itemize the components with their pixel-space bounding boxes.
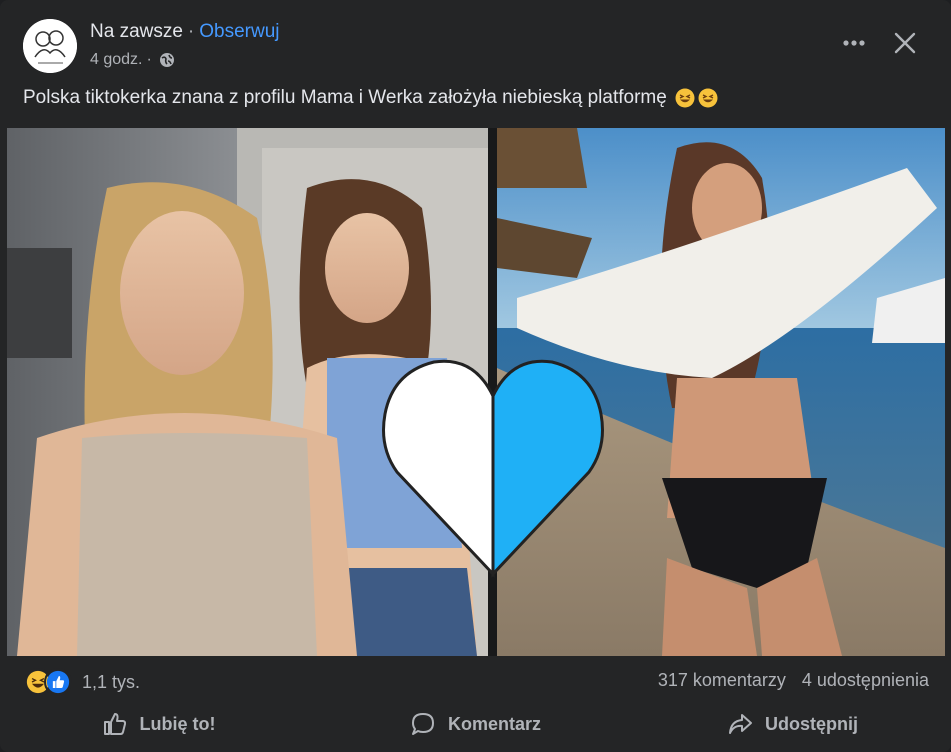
meta-dot: ·	[146, 51, 152, 68]
post-caption: Polska tiktokerka znana z profilu Mama i…	[23, 87, 667, 108]
shares-count[interactable]: 4 udostępnienia	[802, 670, 929, 691]
thumbs-up-icon	[103, 713, 126, 735]
globe-icon	[159, 52, 175, 68]
share-button[interactable]: Udostępnij	[634, 700, 951, 748]
post-timestamp[interactable]: 4 godz.	[90, 51, 142, 69]
laughing-emoji-icon	[675, 88, 695, 108]
like-reaction-icon	[44, 668, 72, 696]
post-image[interactable]	[7, 128, 945, 656]
post-meta: 4 godz. ·	[90, 51, 175, 69]
post-author-row: Na zawsze · Obserwuj	[90, 21, 280, 43]
page-avatar[interactable]	[23, 19, 77, 73]
facebook-post: Na zawsze · Obserwuj 4 godz. · Polska ti…	[0, 0, 951, 752]
comment-label: Komentarz	[447, 713, 541, 734]
comments-count[interactable]: 317 komentarzy	[658, 670, 786, 691]
comment-button[interactable]: Komentarz	[317, 700, 634, 748]
more-options-icon[interactable]	[836, 28, 872, 58]
share-icon	[729, 714, 752, 734]
reaction-summary[interactable]: 1,1 tys.	[24, 668, 140, 696]
reaction-count: 1,1 tys.	[82, 671, 141, 692]
like-label: Lubię to!	[139, 713, 216, 734]
comment-icon	[411, 713, 434, 735]
follow-button[interactable]: Obserwuj	[199, 21, 279, 43]
post-actions-bar: Lubię to! Komentarz Udostępnij	[0, 700, 951, 748]
page-name[interactable]: Na zawsze	[90, 21, 183, 43]
post-caption-row: Polska tiktokerka znana z profilu Mama i…	[23, 87, 718, 109]
laughing-emoji-icon	[698, 88, 718, 108]
white-blue-heart-icon	[382, 359, 604, 578]
share-label: Udostępnij	[765, 713, 858, 734]
separator-dot: ·	[187, 21, 195, 42]
post-stats: 317 komentarzy 4 udostępnienia	[658, 670, 929, 691]
like-button[interactable]: Lubię to!	[0, 700, 317, 748]
close-icon[interactable]	[888, 26, 922, 60]
